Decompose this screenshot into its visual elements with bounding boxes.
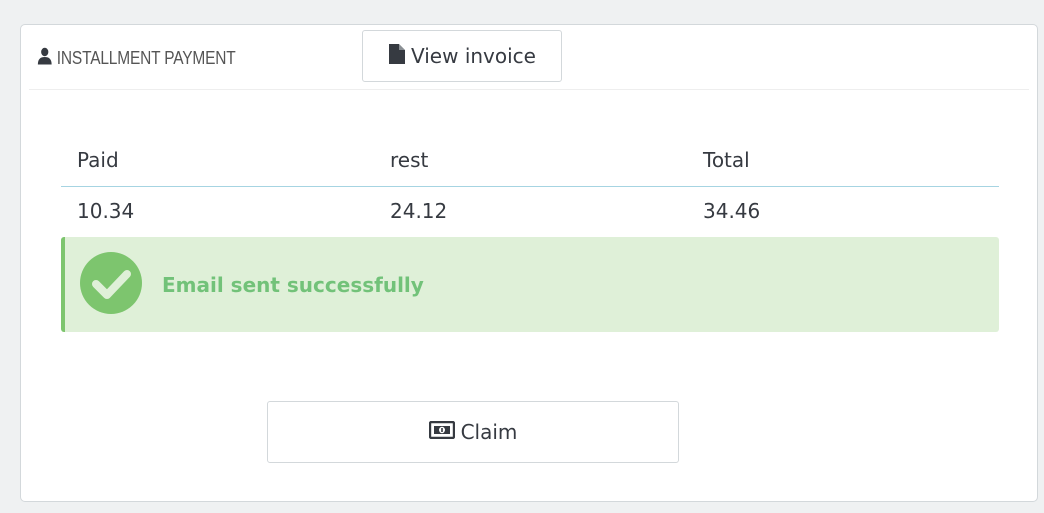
column-header-total: Total xyxy=(703,147,750,172)
view-invoice-button[interactable]: View invoice xyxy=(362,30,562,82)
installment-payment-panel: INSTALLMENT PAYMENT View invoice Paid re… xyxy=(20,24,1038,502)
user-icon xyxy=(37,47,57,70)
alert-message: Email sent successfully xyxy=(162,272,424,297)
cell-paid: 10.34 xyxy=(77,199,135,223)
table-row: 10.34 24.12 34.46 xyxy=(61,187,999,235)
view-invoice-label: View invoice xyxy=(411,44,536,68)
panel-title: INSTALLMENT PAYMENT xyxy=(37,47,236,69)
success-alert: Email sent successfully xyxy=(61,237,999,332)
money-icon xyxy=(428,420,461,444)
column-header-paid: Paid xyxy=(77,147,119,172)
check-circle-icon xyxy=(65,251,162,318)
cell-rest: 24.12 xyxy=(390,199,448,223)
claim-label: Claim xyxy=(460,420,518,444)
panel-title-text: INSTALLMENT PAYMENT xyxy=(56,47,236,68)
column-header-rest: rest xyxy=(390,147,429,172)
file-icon xyxy=(388,43,411,70)
payment-table: Paid rest Total 10.34 24.12 34.46 xyxy=(61,133,999,235)
table-header: Paid rest Total xyxy=(61,133,999,187)
claim-button[interactable]: Claim xyxy=(267,401,679,463)
panel-heading: INSTALLMENT PAYMENT View invoice xyxy=(29,25,1029,90)
cell-total: 34.46 xyxy=(703,199,761,223)
